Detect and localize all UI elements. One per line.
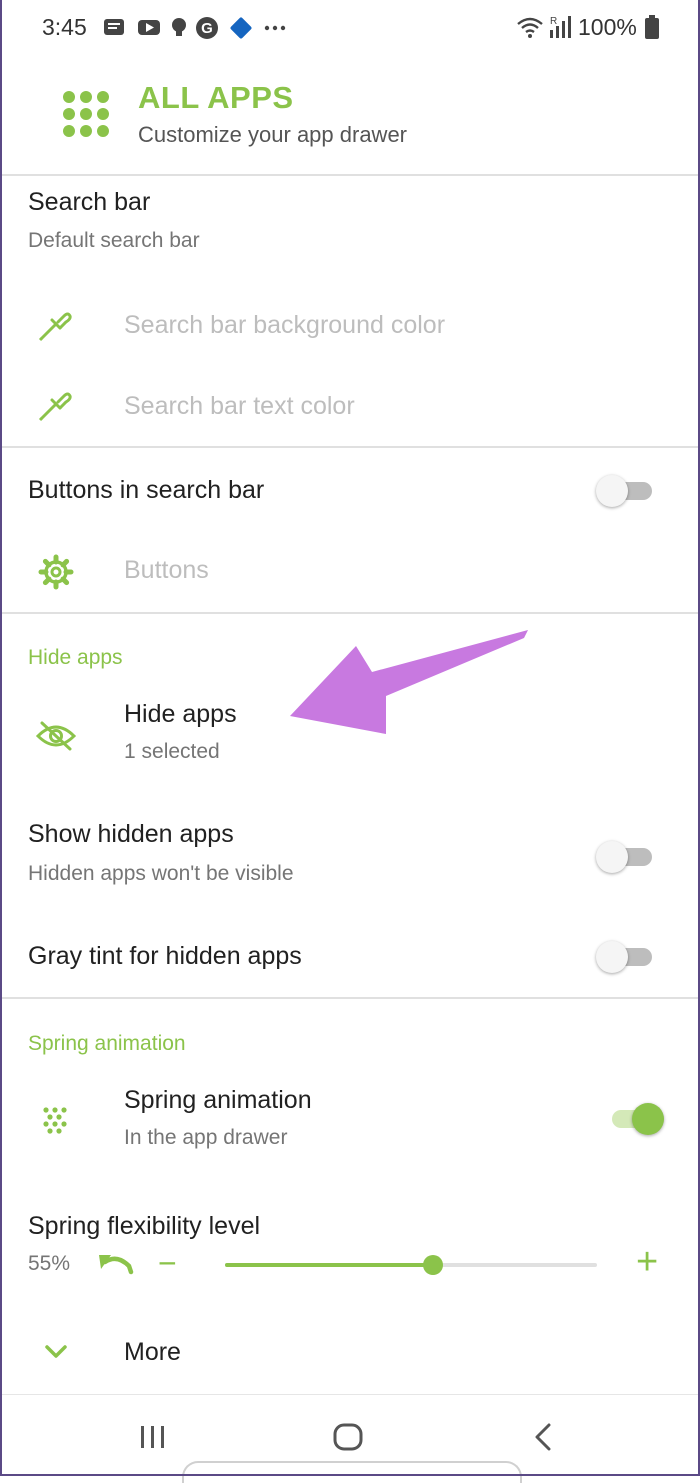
spring-flexibility-title: Spring flexibility level: [28, 1212, 261, 1240]
gear-icon: [38, 554, 74, 590]
search-bar-setting[interactable]: Search bar Default search bar: [0, 176, 700, 266]
divider: [0, 612, 700, 614]
gesture-handle: [182, 1461, 522, 1483]
spring-animation-toggle[interactable]: [608, 1098, 666, 1138]
eyedropper-icon: [38, 392, 72, 422]
spring-animation-title: Spring animation: [124, 1086, 312, 1114]
page-title: ALL APPS: [138, 80, 294, 115]
dots-pattern-icon: [43, 1107, 67, 1134]
search-bar-title: Search bar: [28, 188, 151, 216]
battery-percent: 100%: [578, 14, 637, 40]
bulb-icon: [172, 18, 186, 36]
hide-apps-title: Hide apps: [124, 700, 237, 728]
spring-animation-setting[interactable]: Spring animation In the app drawer: [0, 1076, 700, 1168]
show-hidden-apps-setting[interactable]: Show hidden apps Hidden apps won't be vi…: [0, 806, 700, 898]
search-bar-subtitle: Default search bar: [28, 229, 200, 252]
message-icon: [104, 19, 124, 35]
increase-button[interactable]: +: [636, 1242, 658, 1282]
buttons-setting[interactable]: Buttons: [0, 534, 700, 610]
google-icon: G: [196, 17, 218, 39]
wifi-icon: [517, 17, 543, 33]
flexibility-slider[interactable]: [225, 1255, 597, 1275]
search-bar-text-color-setting[interactable]: Search bar text color: [0, 366, 700, 444]
battery-icon: [645, 15, 659, 39]
decrease-button[interactable]: −: [158, 1246, 177, 1280]
buttons-in-search-bar-setting[interactable]: Buttons in search bar: [0, 448, 700, 532]
show-hidden-apps-subtitle: Hidden apps won't be visible: [28, 862, 294, 885]
hide-apps-section-header: Hide apps: [28, 646, 123, 669]
back-icon[interactable]: [532, 1423, 554, 1451]
buttons-in-search-bar-toggle[interactable]: [596, 470, 654, 510]
svg-text:R: R: [550, 16, 557, 27]
gray-tint-title: Gray tint for hidden apps: [28, 942, 302, 970]
spring-flexibility-value: 55%: [28, 1252, 71, 1275]
grid-icon: [63, 91, 109, 137]
wifi-signal-icons: R: [517, 16, 571, 38]
show-hidden-apps-toggle[interactable]: [596, 836, 654, 876]
spring-animation-section-header: Spring animation: [28, 1032, 186, 1055]
spring-animation-subtitle: In the app drawer: [124, 1126, 288, 1149]
hide-apps-subtitle: 1 selected: [124, 740, 220, 763]
undo-icon[interactable]: [97, 1252, 135, 1278]
annotation-arrow-icon: [290, 630, 528, 734]
more-row[interactable]: More: [0, 1318, 700, 1388]
youtube-icon: [138, 20, 160, 35]
buttons-in-search-bar-title: Buttons in search bar: [28, 476, 265, 504]
search-bar-bg-color-setting[interactable]: Search bar background color: [0, 286, 700, 364]
slider-fill: [225, 1263, 434, 1267]
status-time: 3:45: [42, 14, 87, 40]
recent-apps-icon[interactable]: [139, 1425, 167, 1449]
svg-text:G: G: [201, 20, 213, 37]
divider: [0, 997, 700, 999]
search-bar-bg-color-label: Search bar background color: [124, 311, 446, 339]
app-diamond-icon: [230, 17, 252, 39]
chevron-down-icon: [45, 1345, 67, 1358]
search-bar-text-color-label: Search bar text color: [124, 392, 355, 420]
eyedropper-icon: [38, 312, 72, 342]
home-icon[interactable]: [332, 1423, 364, 1451]
page-subtitle: Customize your app drawer: [138, 122, 408, 147]
buttons-label: Buttons: [124, 556, 209, 584]
more-label: More: [124, 1338, 181, 1366]
gray-tint-setting[interactable]: Gray tint for hidden apps: [0, 920, 700, 994]
more-dots-icon: [264, 25, 286, 31]
show-hidden-apps-title: Show hidden apps: [28, 820, 234, 848]
slider-thumb[interactable]: [423, 1255, 444, 1275]
notification-icons: G: [104, 17, 286, 39]
gray-tint-toggle[interactable]: [596, 936, 654, 976]
eye-off-icon: [36, 721, 76, 751]
